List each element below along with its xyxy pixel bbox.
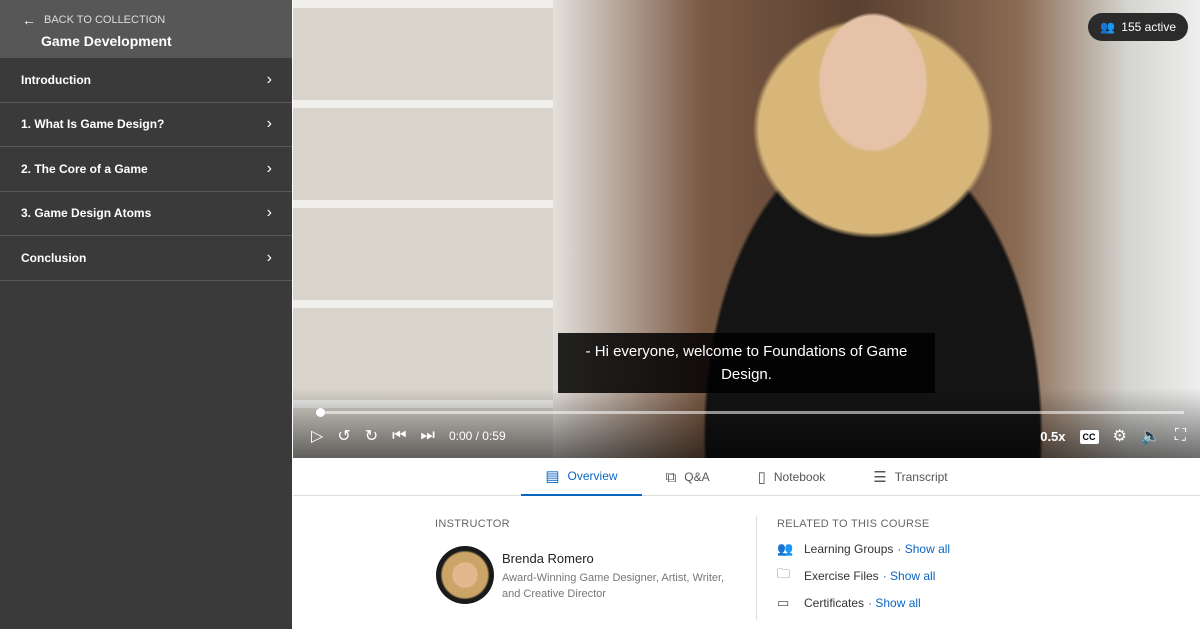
transcript-icon: ☰ (873, 469, 887, 486)
chapter-3[interactable]: 3. Game Design Atoms › (0, 192, 292, 236)
rewind-10-icon[interactable]: ↺ (337, 426, 350, 446)
chapter-label: 3. Game Design Atoms (21, 206, 152, 221)
chapter-sidebar: ← BACK TO COLLECTION Game Development Int… (0, 0, 292, 629)
content-tabs: ▤ Overview ⧉ Q&A ▯ Notebook ☰ Transcript (293, 458, 1200, 496)
chapter-2[interactable]: 2. The Core of a Game › (0, 147, 292, 192)
related-exercise-files: 🗀 Exercise Files · Show all (777, 565, 1077, 584)
users-icon: 👥 (1100, 20, 1116, 34)
video-player[interactable]: 👥 155 active - Hi everyone, welcome to Fo… (293, 0, 1200, 458)
chapter-conclusion[interactable]: Conclusion › (0, 236, 292, 281)
tab-label: Overview (567, 469, 618, 483)
settings-gear-icon[interactable]: ⚙ (1113, 426, 1127, 446)
tab-label: Notebook (773, 470, 826, 484)
chapter-label: Introduction (21, 72, 91, 87)
chevron-right-icon: › (266, 159, 272, 177)
show-all-link[interactable]: · Show all (897, 542, 950, 556)
instructor-heading: INSTRUCTOR (435, 518, 510, 530)
tab-label: Q&A (684, 470, 710, 484)
instructor-title: Award-Winning Game Designer, Artist, Wri… (502, 572, 725, 600)
chevron-right-icon: › (266, 248, 272, 266)
volume-icon[interactable]: 🔈 (1141, 426, 1161, 446)
instructor-section: INSTRUCTOR Brenda Romero Award-Winning G… (435, 518, 745, 604)
overview-panel: INSTRUCTOR Brenda Romero Award-Winning G… (293, 496, 1200, 629)
related-learning-groups: 👥 Learning Groups · Show all (777, 540, 1077, 557)
back-to-collection-link[interactable]: ← BACK TO COLLECTION (22, 12, 292, 28)
tab-qa[interactable]: ⧉ Q&A (642, 458, 734, 496)
progress-bar[interactable] (316, 408, 1184, 417)
instructor-name[interactable]: Brenda Romero (502, 551, 594, 566)
related-heading: RELATED TO THIS COURSE (777, 518, 930, 530)
speed-button[interactable]: 0.5x (1040, 429, 1065, 444)
tab-transcript[interactable]: ☰ Transcript (849, 458, 971, 496)
groups-icon: 👥 (777, 540, 794, 556)
cc-icon: CC (1079, 430, 1099, 444)
qa-icon: ⧉ (665, 468, 677, 486)
related-label: Certificates (804, 595, 865, 610)
sidebar-header: ← BACK TO COLLECTION Game Development (0, 0, 292, 58)
notebook-icon: ▯ (757, 469, 766, 486)
related-section: RELATED TO THIS COURSE 👥 Learning Groups ·… (777, 518, 1077, 611)
instructor-avatar[interactable] (436, 546, 494, 604)
captions-button[interactable]: CC (1079, 427, 1099, 445)
related-certificates: ▭ Certificates · Show all (777, 594, 1077, 611)
show-all-link[interactable]: · Show all (868, 596, 921, 610)
certificate-icon: ▭ (777, 594, 790, 610)
chapter-label: 2. The Core of a Game (21, 161, 148, 176)
back-label: BACK TO COLLECTION (44, 14, 166, 26)
overview-icon: ▤ (545, 468, 560, 485)
show-all-link[interactable]: · Show all (883, 569, 936, 583)
active-count: 155 active (1121, 20, 1176, 34)
chapter-1[interactable]: 1. What Is Game Design? › (0, 103, 292, 147)
caption: - Hi everyone, welcome to Foundations of… (558, 333, 935, 393)
active-viewers-badge: 👥 155 active (1088, 13, 1188, 41)
tab-notebook[interactable]: ▯ Notebook (734, 458, 850, 496)
chevron-right-icon: › (266, 115, 272, 133)
tab-overview[interactable]: ▤ Overview (521, 458, 642, 496)
divider (756, 516, 757, 620)
chevron-right-icon: › (266, 204, 272, 222)
tab-label: Transcript (894, 470, 948, 484)
collection-title: Game Development (41, 33, 172, 49)
chevron-right-icon: › (266, 70, 272, 88)
player-controls: ▷ ↺ ↻ ⏮ ⏭ 0:00 / 0:59 0.5x CC ⚙ 🔈 ⛶ (311, 424, 1186, 448)
arrow-left-icon: ← (22, 12, 36, 28)
next-icon[interactable]: ⏭ (421, 427, 435, 445)
forward-10-icon[interactable]: ↻ (365, 426, 378, 446)
previous-icon[interactable]: ⏮ (392, 427, 406, 445)
chapter-label: Conclusion (21, 250, 87, 265)
related-label: Exercise Files (804, 568, 879, 583)
related-label: Learning Groups (804, 541, 894, 556)
play-icon[interactable]: ▷ (311, 426, 323, 446)
folder-icon: 🗀 (777, 565, 791, 581)
time-display: 0:00 / 0:59 (448, 429, 506, 443)
chapter-label: 1. What Is Game Design? (21, 117, 165, 132)
chapter-introduction[interactable]: Introduction › (0, 58, 292, 103)
fullscreen-icon[interactable]: ⛶ (1175, 427, 1186, 445)
